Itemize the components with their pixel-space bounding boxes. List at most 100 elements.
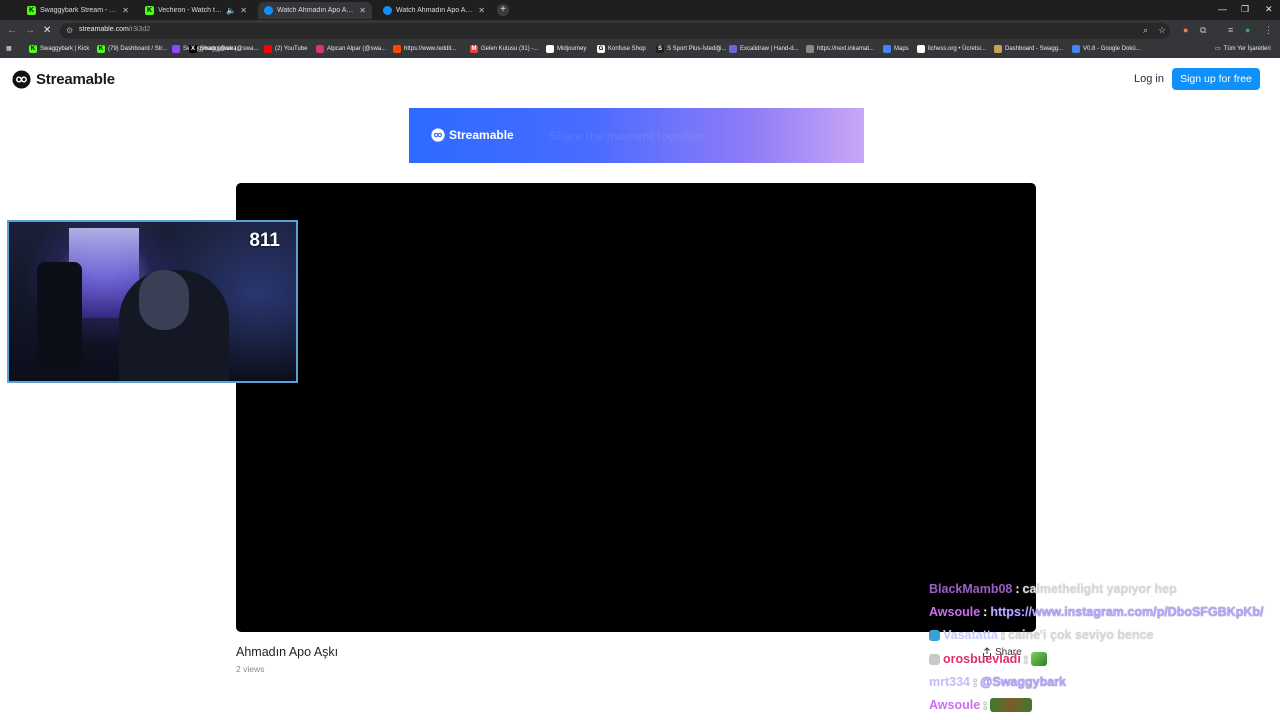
chat-message: Awsoule: xyxy=(929,698,1033,712)
close-icon[interactable]: ✕ xyxy=(240,6,247,15)
streamable-logo[interactable]: Streamable xyxy=(12,70,115,89)
bookmark-label: Gelen Kutusu (31) -... xyxy=(481,46,539,52)
chat-emote-icon xyxy=(1030,652,1047,666)
media-icon[interactable]: ≡ xyxy=(1228,25,1233,35)
new-tab-button[interactable]: + xyxy=(497,4,509,16)
bookmark-label: Dashboard - Swagg... xyxy=(1005,46,1064,52)
browser-toolbar: ← → ✕ ⚙ streamable.com/r3i3d2 ⌕ ☆ ● ⧉ ≡ … xyxy=(0,20,1280,42)
close-icon[interactable]: ✕ xyxy=(122,6,129,15)
bookmark-favicon-icon xyxy=(1072,45,1080,53)
video-title: Ahmadın Apo Aşkı xyxy=(236,645,339,659)
address-bar[interactable]: ⚙ streamable.com/r3i3d2 ⌕ ☆ xyxy=(60,23,1170,39)
profile-avatar[interactable]: ● xyxy=(1245,25,1250,35)
close-icon[interactable]: ✕ xyxy=(478,6,485,15)
kick-icon: K xyxy=(145,6,154,15)
bookmark-item[interactable]: Excalidraw | Hand-d... xyxy=(729,45,799,53)
login-link[interactable]: Log in xyxy=(1134,73,1164,85)
bookmark-item[interactable]: https://next.inkamat... xyxy=(806,45,874,53)
bookmark-item[interactable]: lichess.org • Ücretsi... xyxy=(917,45,986,53)
bookmark-favicon-icon: M xyxy=(470,45,478,53)
zoom-icon[interactable]: ⌕ xyxy=(1143,25,1148,36)
forward-icon[interactable]: → xyxy=(25,25,35,36)
tab-streamable-active[interactable]: Watch Ahmadın Apo Aşkı | Stre... ✕ xyxy=(258,2,372,19)
bookmark-item[interactable]: K (79) Dashboard / Str... xyxy=(97,45,167,53)
bookmark-label: lichess.org • Ücretsi... xyxy=(928,46,986,52)
chat-username: Vasatatta xyxy=(943,628,998,642)
tab-title: Vechiron - Watch the VOD xyxy=(158,7,223,14)
promo-banner[interactable]: Streamable Share the moment together xyxy=(409,108,864,163)
bookmark-item[interactable]: G Konfuse Shop xyxy=(597,45,646,53)
close-icon[interactable]: ✕ xyxy=(359,6,366,15)
minimize-icon[interactable]: — xyxy=(1218,4,1227,14)
bookmark-item[interactable]: SS Sport Plus-İstediği... xyxy=(656,45,726,53)
back-icon[interactable]: ← xyxy=(7,25,17,36)
tab-streamable[interactable]: Watch Ahmadın Apo Aşkı | Stre... ✕ xyxy=(377,2,491,19)
chat-separator: : xyxy=(1023,652,1028,666)
bookmark-item[interactable]: https://www.reddit... xyxy=(393,45,456,53)
bookmark-item[interactable]: V0.8 - Google Dokü... xyxy=(1072,45,1141,53)
chat-badge-icon xyxy=(929,653,940,665)
chat-username: mrt334 xyxy=(929,675,970,689)
bookmark-label: S Sport Plus-İstediği... xyxy=(667,46,727,52)
extension-icon[interactable]: ● xyxy=(1183,25,1188,35)
bookmark-item[interactable]: M Gelen Kutusu (31) -... xyxy=(470,45,538,53)
bookmark-label: Midjourney xyxy=(557,46,587,52)
bookmark-label: Excalidraw | Hand-d... xyxy=(740,46,799,52)
bookmark-item[interactable]: Maps xyxy=(883,45,909,53)
maximize-icon[interactable]: ❐ xyxy=(1241,4,1249,15)
bookmark-item[interactable]: Midjourney xyxy=(546,45,586,53)
speaker-icon[interactable]: 🔈 xyxy=(226,6,236,15)
view-count: 2 views xyxy=(236,664,265,674)
apps-grid-icon[interactable]: ▦ xyxy=(6,45,12,52)
all-bookmarks-folder[interactable]: ▭ Tüm Yer İşaretleri xyxy=(1215,45,1271,53)
bookmark-item[interactable]: X Swaggybark (@swa... xyxy=(189,45,258,53)
viewer-counter: 811 xyxy=(249,230,280,251)
bookmark-label: Swaggybark (@swa... xyxy=(200,46,259,52)
chat-separator: : xyxy=(1015,582,1020,596)
chat-username: Awsoule xyxy=(929,698,981,712)
bookmark-item[interactable]: K Swaggybark | Kick xyxy=(29,45,89,53)
chat-message: Awsoule: https://www.instagram.com/p/DboS… xyxy=(929,605,1264,619)
chat-message: mrt334: @Swaggybark xyxy=(929,675,1066,689)
bookmark-favicon-icon: S xyxy=(656,45,664,53)
bookmark-item[interactable]: Alpcan Alpar (@swa... xyxy=(316,45,386,53)
chat-message: BlackMamb08: calmethelight yapıyor hep xyxy=(929,582,1177,596)
bookmark-favicon-icon: K xyxy=(29,45,37,53)
bookmark-favicon-icon: K xyxy=(97,45,105,53)
bookmark-label: https://www.reddit... xyxy=(404,46,457,52)
bookmark-label: V0.8 - Google Dokü... xyxy=(1083,46,1141,52)
bookmark-item[interactable]: (2) YouTube xyxy=(264,45,307,53)
chat-separator: : xyxy=(983,605,988,619)
banner-tagline: Share the moment together xyxy=(549,129,706,143)
stop-loading-icon[interactable]: ✕ xyxy=(43,25,51,36)
tab-vechiron[interactable]: K Vechiron - Watch the VOD 🔈 ✕ xyxy=(139,2,253,19)
chat-message: orosbuevladi: xyxy=(929,652,1047,666)
site-info-icon[interactable]: ⚙ xyxy=(66,26,73,35)
bookmark-favicon-icon xyxy=(883,45,891,53)
bookmark-item[interactable]: Dashboard - Swagg... xyxy=(994,45,1063,53)
bookmark-label: Alpcan Alpar (@swa... xyxy=(327,46,387,52)
bookmark-label: Maps xyxy=(894,46,909,52)
chat-emote-icon xyxy=(990,698,1033,712)
folder-icon: ▭ xyxy=(1215,46,1221,52)
chat-link[interactable]: @Swaggybark xyxy=(980,675,1066,689)
chat-message: Vasatatta: caine'i çok seviyo bence xyxy=(929,628,1154,642)
chat-text: calmethelight yapıyor hep xyxy=(1022,582,1177,596)
bookmark-favicon-icon xyxy=(316,45,324,53)
browser-chrome: K Swaggybark Stream - Watch Li... ✕ K Ve… xyxy=(0,0,1280,58)
chat-link[interactable]: https://www.instagram.com/p/DboSFGBKpKb/ xyxy=(990,605,1263,619)
tab-title: Watch Ahmadın Apo Aşkı | Stre... xyxy=(396,7,475,14)
signup-button[interactable]: Sign up for free xyxy=(1172,68,1260,90)
video-player[interactable] xyxy=(236,183,1036,632)
tab-swaggybark-stream[interactable]: K Swaggybark Stream - Watch Li... ✕ xyxy=(21,2,135,19)
bookmark-star-icon[interactable]: ☆ xyxy=(1158,25,1166,36)
chat-separator: : xyxy=(983,698,988,712)
window-close-icon[interactable]: ✕ xyxy=(1265,4,1273,15)
chat-username: Awsoule xyxy=(929,605,981,619)
menu-dots-icon[interactable]: ⋮ xyxy=(1264,25,1273,36)
streamable-logo-icon xyxy=(12,70,31,89)
puzzle-icon[interactable]: ⧉ xyxy=(1200,25,1206,36)
bookmark-favicon-icon xyxy=(729,45,737,53)
chat-separator: : xyxy=(973,675,978,689)
streamable-logo-icon xyxy=(431,128,445,142)
